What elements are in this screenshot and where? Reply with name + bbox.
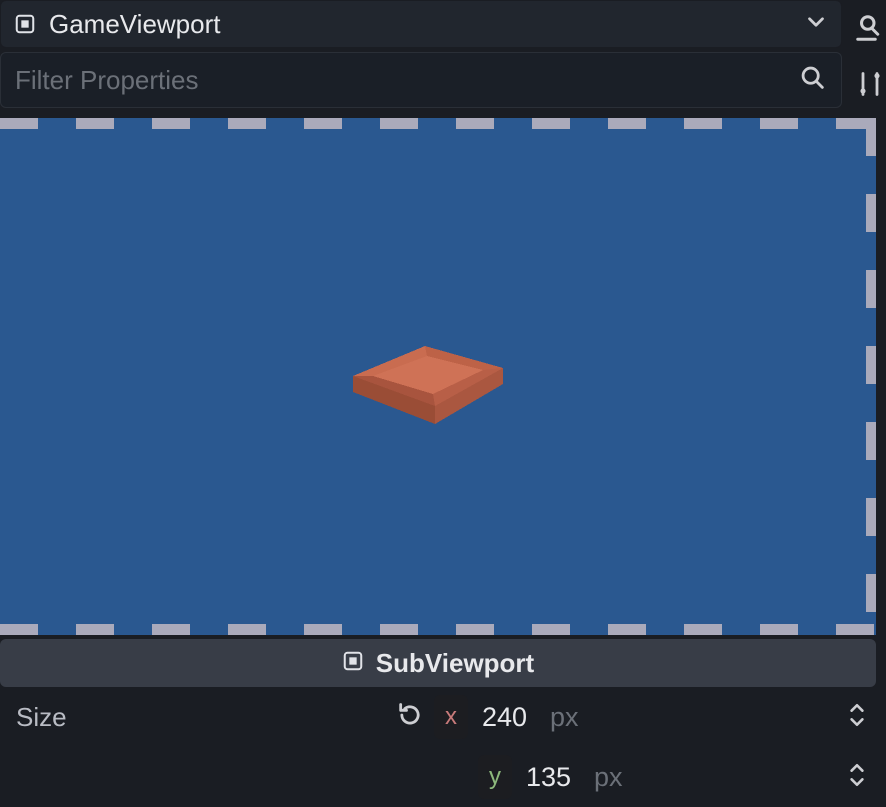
axis-y-badge: y bbox=[478, 755, 512, 799]
spinner-icon[interactable] bbox=[844, 759, 870, 796]
size-x-unit: px bbox=[550, 702, 844, 733]
size-y-row: y 135 px bbox=[0, 747, 886, 807]
docs-icon[interactable] bbox=[846, 0, 884, 56]
viewport-node-icon bbox=[13, 12, 37, 36]
size-y-value[interactable]: 135 bbox=[526, 762, 594, 793]
settings-sliders-icon[interactable] bbox=[846, 56, 884, 112]
size-y-unit: px bbox=[594, 762, 844, 793]
rendered-object bbox=[335, 328, 515, 438]
viewport-border-right bbox=[866, 118, 876, 635]
subviewport-section-header[interactable]: SubViewport bbox=[0, 639, 876, 687]
viewport-border-bottom bbox=[0, 624, 876, 635]
viewport-border-top bbox=[0, 118, 876, 129]
filter-input[interactable] bbox=[15, 65, 799, 96]
search-icon[interactable] bbox=[799, 64, 827, 97]
spinner-icon[interactable] bbox=[844, 699, 870, 736]
size-property-row: Size x 240 px bbox=[0, 687, 886, 747]
chevron-down-icon[interactable] bbox=[803, 9, 829, 40]
axis-x-badge: x bbox=[434, 695, 468, 739]
viewport-node-icon bbox=[342, 650, 364, 677]
inspector-header[interactable]: GameViewport bbox=[0, 0, 842, 48]
size-label: Size bbox=[16, 702, 396, 733]
section-title: SubViewport bbox=[376, 648, 534, 679]
size-x-value[interactable]: 240 bbox=[482, 702, 550, 733]
viewport-preview bbox=[0, 118, 876, 635]
filter-properties-row bbox=[0, 52, 842, 108]
reset-icon[interactable] bbox=[396, 701, 424, 734]
node-name: GameViewport bbox=[49, 9, 803, 40]
